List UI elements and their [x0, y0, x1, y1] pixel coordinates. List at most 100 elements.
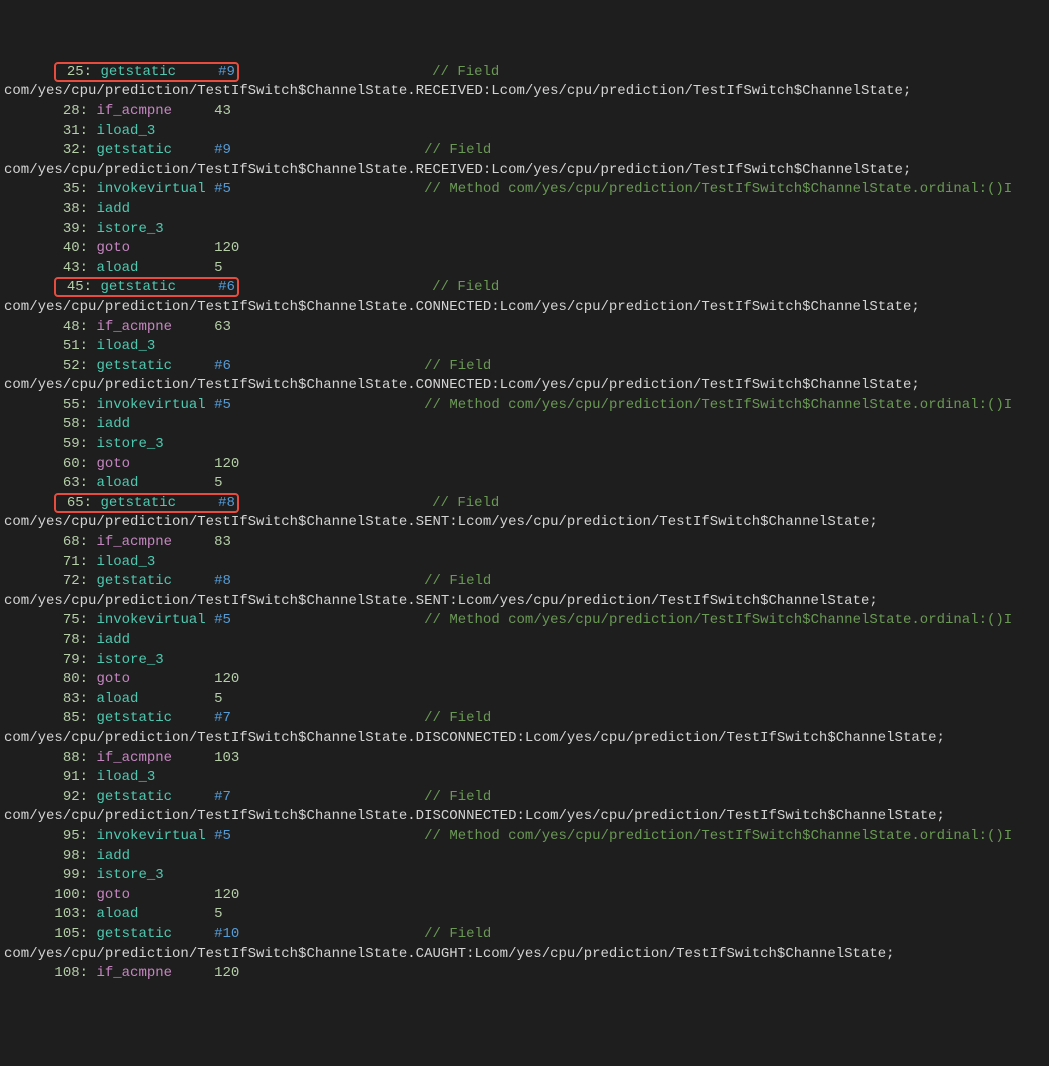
comment: // Field	[424, 710, 491, 726]
code-line: 39: istore_3	[4, 220, 1045, 240]
opcode: aload	[96, 691, 205, 707]
operand: 120	[214, 456, 239, 472]
continuation-line: com/yes/cpu/prediction/TestIfSwitch$Chan…	[4, 376, 1045, 396]
code-line: 78: iadd	[4, 631, 1045, 651]
offset: 31:	[54, 123, 88, 139]
code-line: 28: if_acmpne 43	[4, 102, 1045, 122]
offset: 68:	[54, 534, 88, 550]
highlight-box: 65: getstatic #8	[54, 493, 238, 513]
code-line: 108: if_acmpne 120	[4, 964, 1045, 984]
continuation-line: com/yes/cpu/prediction/TestIfSwitch$Chan…	[4, 945, 1045, 965]
offset: 51:	[54, 338, 88, 354]
operand: 120	[214, 240, 239, 256]
opcode: getstatic	[100, 64, 209, 80]
code-line: 25: getstatic #9 // Field	[4, 63, 1045, 83]
code-line: 58: iadd	[4, 415, 1045, 435]
offset: 71:	[54, 554, 88, 570]
opcode: iload_3	[96, 554, 205, 570]
offset: 39:	[54, 221, 88, 237]
code-line: 83: aload 5	[4, 690, 1045, 710]
code-line: 72: getstatic #8 // Field	[4, 572, 1045, 592]
opcode: if_acmpne	[96, 534, 205, 550]
code-line: 43: aload 5	[4, 259, 1045, 279]
offset: 105:	[54, 926, 88, 942]
comment: // Field	[424, 926, 491, 942]
operand: #8	[214, 573, 231, 589]
offset: 108:	[54, 965, 88, 981]
code-line: 51: iload_3	[4, 337, 1045, 357]
code-line: 38: iadd	[4, 200, 1045, 220]
offset: 63:	[54, 475, 88, 491]
offset: 100:	[54, 887, 88, 903]
opcode: getstatic	[96, 358, 205, 374]
comment: // Field	[424, 573, 491, 589]
operand: #10	[214, 926, 239, 942]
code-line: 103: aload 5	[4, 905, 1045, 925]
continuation-line: com/yes/cpu/prediction/TestIfSwitch$Chan…	[4, 729, 1045, 749]
opcode: istore_3	[96, 652, 205, 668]
code-line: 63: aload 5	[4, 474, 1045, 494]
opcode: invokevirtual	[96, 612, 205, 628]
code-line: 59: istore_3	[4, 435, 1045, 455]
opcode: getstatic	[100, 279, 209, 295]
continuation-line: com/yes/cpu/prediction/TestIfSwitch$Chan…	[4, 298, 1045, 318]
operand: #6	[218, 279, 235, 295]
opcode: getstatic	[96, 573, 205, 589]
opcode: getstatic	[96, 710, 205, 726]
operand: 5	[214, 475, 222, 491]
operand: 83	[214, 534, 231, 550]
offset: 59:	[54, 436, 88, 452]
opcode: if_acmpne	[96, 965, 205, 981]
code-line: 32: getstatic #9 // Field	[4, 141, 1045, 161]
highlight-box: 45: getstatic #6	[54, 277, 238, 297]
offset: 43:	[54, 260, 88, 276]
code-line: 75: invokevirtual #5 // Method com/yes/c…	[4, 611, 1045, 631]
offset: 88:	[54, 750, 88, 766]
offset: 65:	[58, 495, 92, 511]
code-line: 52: getstatic #6 // Field	[4, 357, 1045, 377]
operand: 63	[214, 319, 231, 335]
opcode: goto	[96, 456, 205, 472]
opcode: iadd	[96, 416, 205, 432]
offset: 75:	[54, 612, 88, 628]
code-line: 85: getstatic #7 // Field	[4, 709, 1045, 729]
opcode: iadd	[96, 201, 205, 217]
offset: 85:	[54, 710, 88, 726]
continuation-line: com/yes/cpu/prediction/TestIfSwitch$Chan…	[4, 82, 1045, 102]
offset: 103:	[54, 906, 88, 922]
continuation-line: com/yes/cpu/prediction/TestIfSwitch$Chan…	[4, 807, 1045, 827]
code-line: 65: getstatic #8 // Field	[4, 494, 1045, 514]
offset: 52:	[54, 358, 88, 374]
code-line: 35: invokevirtual #5 // Method com/yes/c…	[4, 180, 1045, 200]
operand: 5	[214, 260, 222, 276]
code-line: 71: iload_3	[4, 553, 1045, 573]
continuation-line: com/yes/cpu/prediction/TestIfSwitch$Chan…	[4, 161, 1045, 181]
continuation-line: com/yes/cpu/prediction/TestIfSwitch$Chan…	[4, 592, 1045, 612]
code-line: 100: goto 120	[4, 886, 1045, 906]
opcode: invokevirtual	[96, 397, 205, 413]
opcode: if_acmpne	[96, 319, 205, 335]
code-line: 31: iload_3	[4, 122, 1045, 142]
offset: 98:	[54, 848, 88, 864]
continuation-line: com/yes/cpu/prediction/TestIfSwitch$Chan…	[4, 513, 1045, 533]
opcode: getstatic	[96, 142, 205, 158]
operand: 120	[214, 671, 239, 687]
code-line: 92: getstatic #7 // Field	[4, 788, 1045, 808]
opcode: invokevirtual	[96, 181, 205, 197]
comment: // Field	[432, 64, 499, 80]
operand: #5	[214, 397, 231, 413]
opcode: if_acmpne	[96, 103, 205, 119]
opcode: getstatic	[96, 789, 205, 805]
opcode: aload	[96, 906, 205, 922]
offset: 45:	[58, 279, 92, 295]
operand: #7	[214, 789, 231, 805]
code-line: 98: iadd	[4, 847, 1045, 867]
comment: // Method com/yes/cpu/prediction/TestIfS…	[424, 612, 1012, 628]
operand: #9	[218, 64, 235, 80]
comment: // Field	[424, 358, 491, 374]
comment: // Field	[424, 142, 491, 158]
offset: 25:	[58, 64, 92, 80]
opcode: invokevirtual	[96, 828, 205, 844]
offset: 91:	[54, 769, 88, 785]
opcode: aload	[96, 260, 205, 276]
